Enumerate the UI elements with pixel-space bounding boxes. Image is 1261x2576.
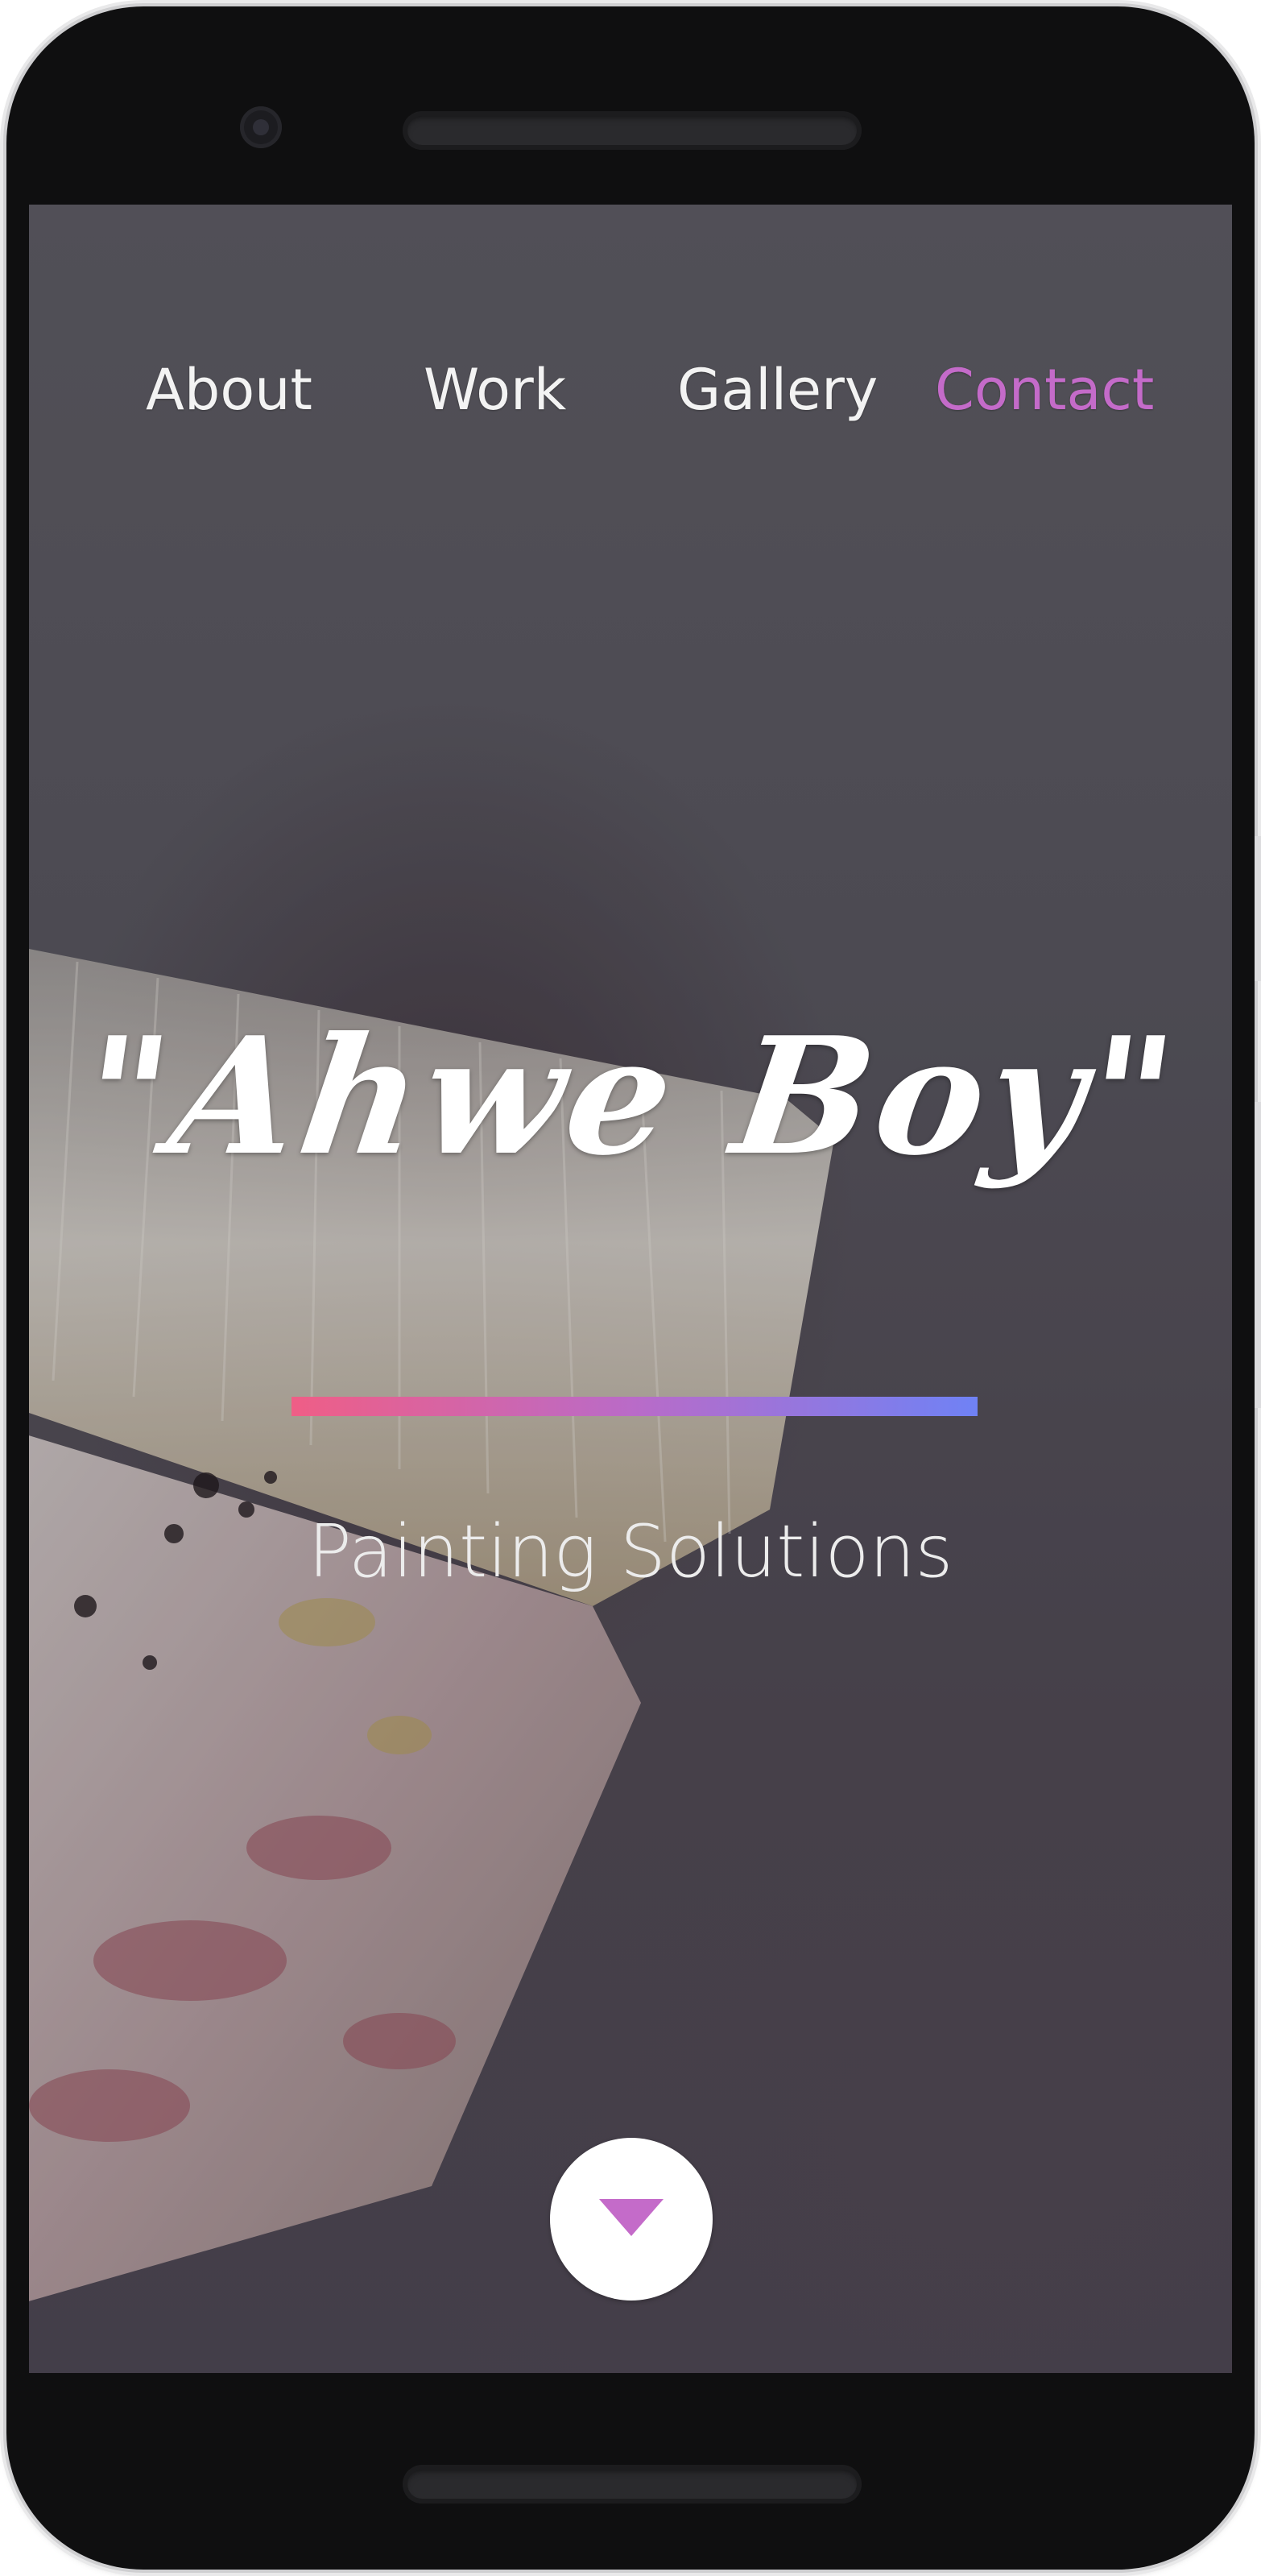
top-nav: About Work Gallery Contact: [29, 333, 1232, 446]
nav-item-about[interactable]: About: [146, 333, 312, 446]
nav-item-contact[interactable]: Contact: [935, 333, 1154, 446]
scroll-down-button[interactable]: [550, 2138, 713, 2301]
gradient-divider: [291, 1397, 978, 1416]
bottom-speaker: [403, 2465, 862, 2504]
triangle-down-icon: [599, 2199, 664, 2236]
brand-title: "Ahwe Boy": [71, 1002, 1190, 1191]
front-camera: [240, 106, 282, 148]
tagline: Painting Solutions: [308, 1510, 953, 1594]
power-button: [1255, 836, 1261, 981]
screen: About Work Gallery Contact "Ahwe Boy" Pa…: [29, 205, 1232, 2373]
volume-rocker: [1255, 1102, 1261, 1408]
earpiece-speaker: [403, 111, 862, 150]
image-overlay: [29, 205, 1232, 2373]
nav-item-work[interactable]: Work: [424, 333, 566, 446]
nav-item-gallery[interactable]: Gallery: [677, 333, 878, 446]
phone-frame: About Work Gallery Contact "Ahwe Boy" Pa…: [6, 6, 1261, 2570]
